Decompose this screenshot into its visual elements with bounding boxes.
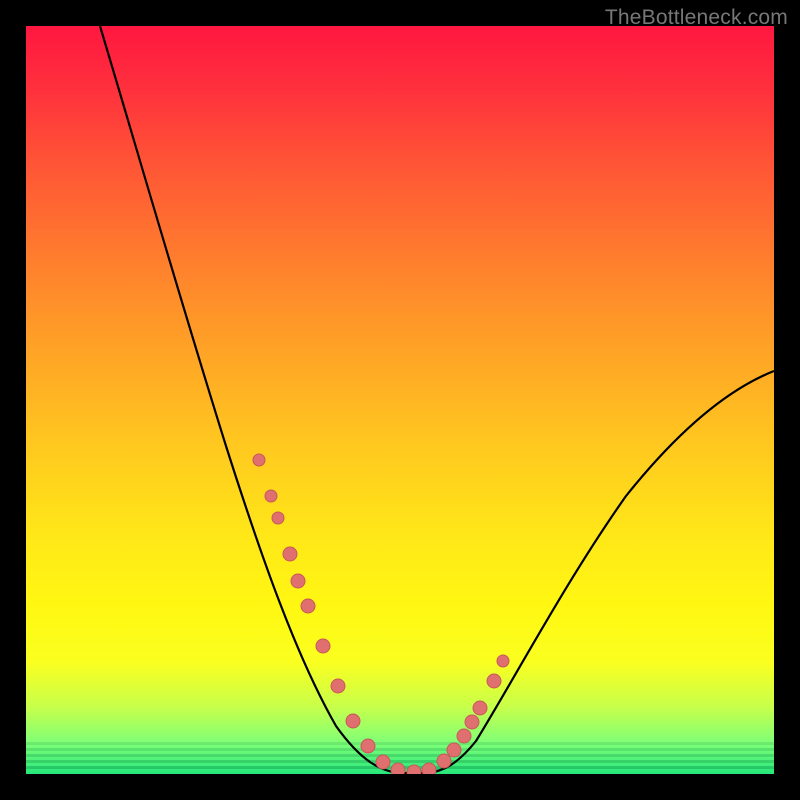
curve-layer	[26, 26, 774, 774]
bottleneck-curve	[100, 26, 774, 773]
marker-group	[253, 454, 509, 774]
watermark-text: TheBottleneck.com	[605, 6, 788, 30]
chart-frame: TheBottleneck.com	[0, 0, 800, 800]
